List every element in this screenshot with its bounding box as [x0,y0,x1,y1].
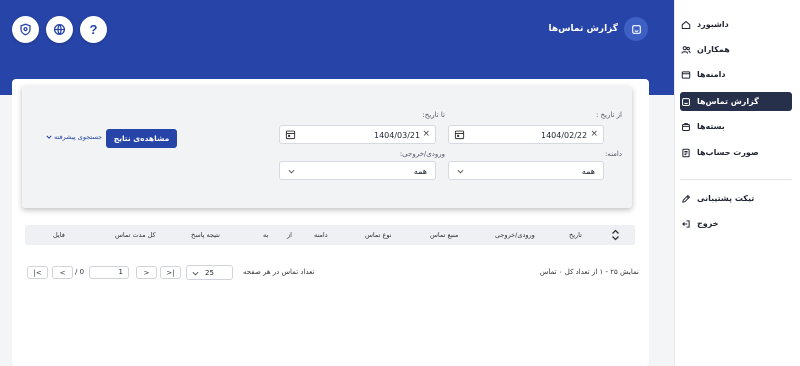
advanced-search-link[interactable]: جستجوی پیشرفته [46,133,102,141]
sidebar-item-call-reports[interactable]: گزارش تماس‌ها [680,92,792,111]
previous-page-icon: < [59,268,66,277]
app-root: ? گزارش تماس‌ها داشبورد همکاران دامنه‌ها… [0,0,800,366]
column-header-file[interactable]: فایل [53,231,65,239]
chevron-down-icon [192,271,199,276]
chevron-down-icon [288,169,295,174]
to-date-field[interactable]: 1404/03/21 × [279,125,436,144]
to-date-label: تا تاریخ: [422,111,445,119]
column-header-answer-result[interactable]: نتیجه پاسخ [191,231,220,239]
call-report-icon [624,17,648,41]
users-icon [680,44,691,55]
sidebar-item-label: گزارش تماس‌ها [697,97,759,106]
from-date-field[interactable]: 1404/02/22 × [448,125,604,144]
table-header: تاریخ ورودی/خروجی منبع تماس نوع تماس دام… [25,225,635,245]
sidebar-item-label: بسته‌ها [697,122,725,131]
next-page-button[interactable]: > [136,266,157,279]
first-page-icon: |< [33,268,42,277]
direction-label: ورودی/خروجی: [399,150,445,158]
sidebar-item-dashboard[interactable]: داشبورد [680,15,792,34]
clear-from-date-icon[interactable]: × [590,129,598,139]
calendar-icon [285,130,296,140]
help-button[interactable]: ? [80,16,107,43]
view-results-button[interactable]: مشاهده‌ی نتایج [106,129,177,148]
chevron-down-icon [46,135,52,139]
last-page-button[interactable]: >| [160,266,181,279]
page-number-input[interactable]: 1 [89,266,129,279]
domain-label: دامنه: [604,150,622,158]
sidebar-item-label: دامنه‌ها [697,70,726,79]
home-icon [680,19,691,30]
chevron-down-icon [457,169,464,174]
per-page-label: تعداد تماس در هر صفحه [243,268,315,276]
total-pages: / 0 [75,268,85,276]
main-content: از تاریخ : 1404/02/22 × تا تاریخ: 1404/0… [12,79,649,366]
sidebar-item-support-ticket[interactable]: تیکت پشتیبانی [680,189,792,208]
sidebar-item-label: تیکت پشتیبانی [697,194,755,203]
per-page-select[interactable]: 25 [186,265,233,280]
last-page-icon: >| [166,268,175,277]
sidebar-item-label: خروج [697,219,719,228]
shield-icon [20,23,31,36]
first-page-button[interactable]: |< [27,266,48,279]
sidebar-item-packages[interactable]: بسته‌ها [680,117,792,136]
sidebar-item-label: همکاران [697,45,730,54]
column-header-from[interactable]: از [287,231,292,239]
logout-icon [680,218,691,229]
security-badge-button[interactable] [12,16,39,43]
sidebar-item-domains[interactable]: دامنه‌ها [680,65,792,84]
domain-select-value: همه [581,167,595,176]
from-date-label: از تاریخ : [595,111,622,119]
globe-icon [53,23,66,36]
sidebar-item-invoices[interactable]: صورت حساب‌ها [680,143,792,162]
direction-select[interactable]: همه [279,161,436,180]
column-header-date[interactable]: تاریخ [569,231,582,239]
to-date-value: 1404/03/21 [374,131,421,140]
domain-icon [680,69,691,80]
domain-select[interactable]: همه [448,161,604,180]
column-header-call-source[interactable]: منبع تماس [430,231,458,239]
sidebar-item-colleagues[interactable]: همکاران [680,40,792,59]
language-button[interactable] [46,16,73,43]
clear-to-date-icon[interactable]: × [422,129,430,139]
filter-panel: از تاریخ : 1404/02/22 × تا تاریخ: 1404/0… [22,86,632,208]
previous-page-button[interactable]: < [52,266,73,279]
sort-icon[interactable] [611,229,620,241]
package-icon [680,121,691,132]
call-report-icon [680,96,691,107]
next-page-icon: > [143,268,150,277]
column-header-domain[interactable]: دامنه [314,231,328,239]
sidebar: داشبورد همکاران دامنه‌ها گزارش تماس‌ها ب… [674,0,800,366]
invoice-icon [680,147,691,158]
pagination-summary: نمایش ۲۵ - ۱ از تعداد کل ۰ تماس [539,268,639,276]
from-date-value: 1404/02/22 [541,131,588,140]
sidebar-divider [680,179,792,180]
per-page-value: 25 [205,269,214,277]
column-header-total-duration[interactable]: کل مدت تماس [115,231,156,239]
help-icon: ? [89,22,98,37]
sidebar-item-label: صورت حساب‌ها [697,148,759,157]
column-header-call-type[interactable]: نوع تماس [365,231,392,239]
column-header-to[interactable]: به [263,231,268,239]
column-header-direction[interactable]: ورودی/خروجی [495,231,535,239]
sidebar-item-logout[interactable]: خروج [680,214,792,233]
page-title: گزارش تماس‌ها [548,24,618,34]
direction-select-value: همه [413,167,427,176]
ticket-icon [680,193,691,204]
sidebar-item-label: داشبورد [697,20,729,29]
advanced-search-label: جستجوی پیشرفته [54,133,103,141]
calendar-icon [454,130,465,140]
page-title-group: گزارش تماس‌ها [549,17,648,41]
